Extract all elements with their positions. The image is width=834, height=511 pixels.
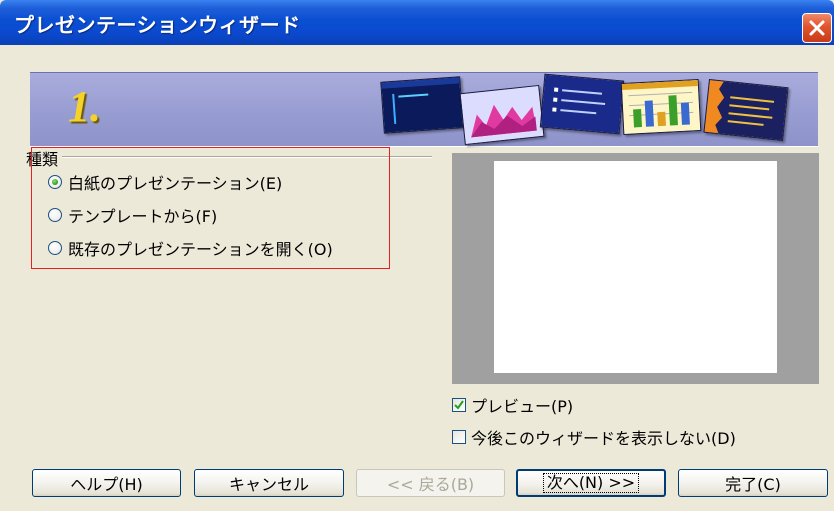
close-icon	[809, 20, 825, 36]
next-button[interactable]: 次へ(N) >>	[516, 469, 666, 497]
wizard-banner: 1.	[30, 72, 818, 147]
dont-show-checkbox-row[interactable]: 今後このウィザードを表示しない(D)	[452, 425, 736, 449]
radio-button-checked[interactable]	[48, 175, 62, 189]
dont-show-checkbox[interactable]	[452, 430, 466, 444]
finish-button-label: 完了(C)	[725, 475, 781, 494]
next-button-label: 次へ(N) >>	[542, 473, 640, 493]
back-button[interactable]: << 戻る(B)	[356, 469, 505, 497]
cancel-button-label: キャンセル	[228, 475, 309, 494]
radio-blank-presentation[interactable]: 白紙のプレゼンテーション(E)	[48, 170, 282, 194]
radio-label-template: テンプレートから(F)	[68, 207, 218, 226]
finish-button[interactable]: 完了(C)	[678, 469, 828, 497]
preview-checkbox[interactable]	[452, 398, 466, 412]
back-button-label: << 戻る(B)	[386, 475, 475, 494]
template-thumbnail-list-icon	[539, 73, 625, 135]
close-button[interactable]	[802, 13, 832, 43]
radio-button[interactable]	[48, 241, 62, 255]
window-title: プレゼンテーションウィザード	[14, 13, 301, 37]
preview-page	[494, 161, 777, 373]
template-thumbnail-dark-icon	[380, 76, 464, 134]
radio-label-open-existing: 既存のプレゼンテーションを開く(O)	[68, 240, 333, 259]
title-bar[interactable]: プレゼンテーションウィザード	[0, 0, 834, 45]
radio-from-template[interactable]: テンプレートから(F)	[48, 203, 217, 227]
radio-open-existing[interactable]: 既存のプレゼンテーションを開く(O)	[48, 236, 333, 260]
cancel-button[interactable]: キャンセル	[194, 469, 344, 497]
preview-frame	[452, 153, 819, 384]
radio-button[interactable]	[48, 208, 62, 222]
preview-checkbox-label: プレビュー(P)	[471, 397, 574, 416]
template-thumbnail-chart-icon	[459, 84, 545, 146]
help-button[interactable]: ヘルプ(H)	[32, 469, 181, 497]
dont-show-checkbox-label: 今後このウィザードを表示しない(D)	[471, 429, 736, 448]
checkmark-icon	[454, 400, 464, 410]
template-thumbnail-orange-icon	[703, 78, 789, 142]
step-number: 1.	[68, 82, 101, 131]
wizard-window: プレゼンテーションウィザード 1. 種類 白紙のプレゼンテーション(E) テンプ…	[0, 0, 834, 511]
help-button-label: ヘルプ(H)	[70, 475, 143, 494]
template-thumbnail-bar-chart-icon	[620, 78, 702, 136]
radio-label-blank: 白紙のプレゼンテーション(E)	[68, 174, 283, 193]
preview-checkbox-row[interactable]: プレビュー(P)	[452, 393, 573, 417]
